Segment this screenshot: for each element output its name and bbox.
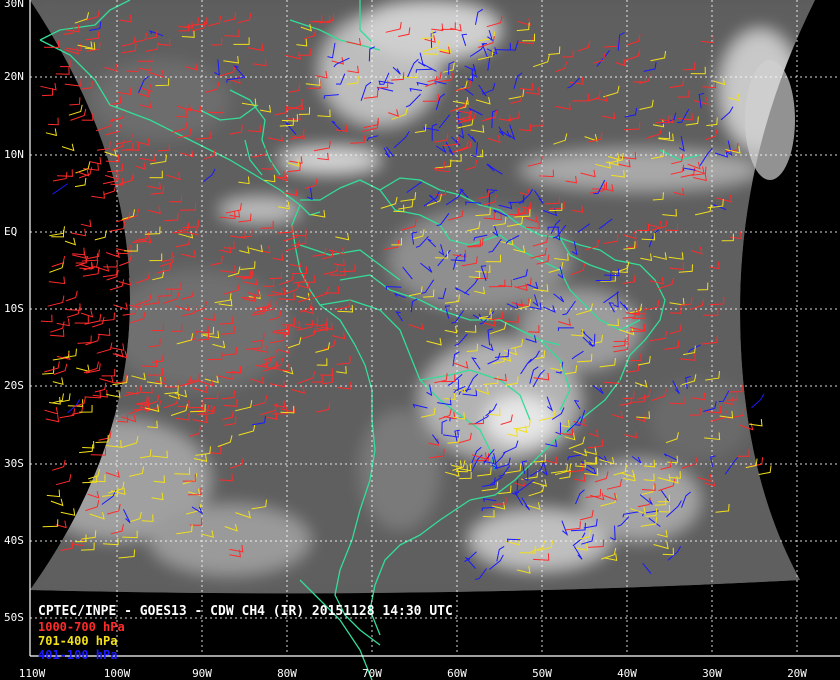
wind-barb: [101, 368, 116, 377]
wind-barb: [84, 390, 101, 399]
lon-label-110w: 110W: [18, 667, 46, 680]
wind-barb: [85, 333, 100, 346]
lat-label-10n: 10N: [4, 148, 24, 161]
wind-barb: [49, 260, 65, 273]
wind-barb: [68, 104, 83, 116]
legend-item-mid-level: 701-400 hPa: [38, 634, 118, 648]
wind-barb: [56, 169, 73, 177]
wind-barb: [73, 396, 86, 408]
wind-barb: [42, 519, 59, 528]
wind-barb: [44, 361, 60, 373]
wind-barb: [104, 184, 117, 195]
wind-barb: [749, 418, 763, 427]
wind-barb: [88, 157, 102, 165]
lon-label-60w: 60W: [447, 667, 467, 680]
wind-barb: [66, 306, 81, 318]
wind-barb: [76, 364, 90, 373]
lat-label-eq: EQ: [4, 225, 18, 238]
wind-barb: [52, 377, 64, 385]
wind-barb: [64, 237, 76, 246]
wind-barb: [65, 303, 81, 311]
wind-barb: [758, 465, 772, 475]
wind-barb: [94, 382, 107, 393]
wind-barb: [55, 474, 72, 486]
wind-barb: [103, 260, 118, 268]
lon-label-100w: 100W: [103, 667, 131, 680]
wind-barb: [50, 498, 64, 507]
wind-barb: [44, 406, 59, 415]
wind-barb: [80, 219, 92, 228]
wind-barb: [49, 396, 61, 405]
lon-label-90w: 90W: [192, 667, 212, 680]
wind-barb: [81, 113, 94, 121]
wind-barb: [74, 177, 87, 188]
wind-barb: [80, 310, 94, 318]
wind-barb: [751, 393, 765, 409]
wind-barb: [52, 459, 66, 471]
wind-barb: [69, 97, 81, 106]
map-canvas: [29, 0, 840, 680]
wind-barb: [59, 408, 76, 419]
legend-item-high-level: 401-100 hPa: [38, 648, 118, 662]
lat-label-50s: 50S: [4, 611, 24, 624]
wind-barb: [70, 108, 87, 121]
wind-barb: [100, 312, 115, 322]
wind-barb: [56, 352, 71, 361]
wind-barb: [45, 414, 60, 423]
wind-barb: [47, 295, 65, 307]
wind-barb: [106, 390, 121, 398]
lon-label-80w: 80W: [277, 667, 297, 680]
lat-label-40s: 40S: [4, 534, 24, 547]
wind-barb: [79, 444, 94, 454]
wind-barb: [49, 226, 65, 237]
wind-barb: [113, 302, 128, 311]
wind-barb: [65, 290, 78, 302]
wind-barb: [40, 314, 53, 323]
legend-item-low-level: 1000-700 hPa: [38, 620, 125, 634]
pressure-legend: 1000-700 hPa 701-400 hPa 401-100 hPa: [38, 620, 125, 662]
wind-barb: [52, 183, 68, 195]
lon-label-50w: 50W: [532, 667, 552, 680]
wind-barb: [72, 247, 85, 256]
lat-label-20s: 20S: [4, 379, 24, 392]
wind-barb: [40, 83, 57, 91]
wind-barb: [93, 264, 110, 272]
wind-barb: [46, 489, 61, 498]
lon-label-70w: 70W: [362, 667, 382, 680]
lon-label-30w: 30W: [702, 667, 722, 680]
lon-label-20w: 20W: [787, 667, 807, 680]
wind-barb: [99, 375, 114, 384]
wind-barb: [71, 228, 87, 237]
wind-barb: [45, 128, 58, 137]
lat-label-30n: 30N: [4, 0, 24, 10]
lat-label-30s: 30S: [4, 457, 24, 470]
wind-barb: [67, 399, 84, 407]
wind-barb: [77, 335, 92, 344]
wind-barb: [55, 67, 70, 75]
lat-label-10s: 10S: [4, 302, 24, 315]
wind-barb: [61, 143, 75, 152]
wind-barb: [102, 267, 118, 278]
wind-barb: [74, 316, 89, 324]
wind-barb: [48, 276, 66, 285]
wind-barb: [48, 117, 59, 126]
satellite-map-view: 30N 20N 10N EQ 10S 20S 30S 40S 50S 110W …: [0, 0, 840, 680]
lat-label-20n: 20N: [4, 70, 24, 83]
wind-barb: [60, 508, 76, 516]
wind-barb: [56, 318, 70, 327]
wind-barb: [96, 342, 113, 354]
lon-label-40w: 40W: [617, 667, 637, 680]
image-caption: CPTEC/INPE - GOES13 - CDW CH4 (IR) 20151…: [38, 604, 453, 619]
wind-barb: [71, 405, 84, 415]
wind-barb: [118, 278, 132, 286]
wind-barb: [91, 191, 105, 199]
